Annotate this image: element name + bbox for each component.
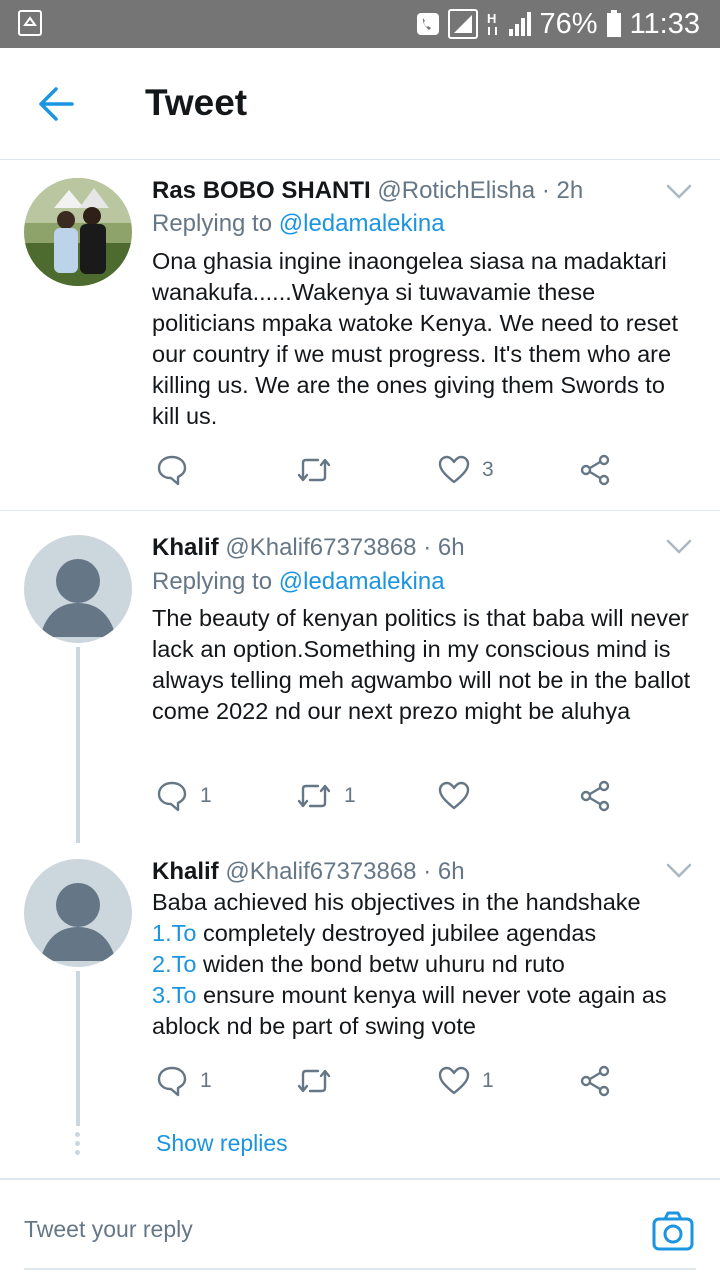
replying-to-handle[interactable]: @ledamalekina	[279, 568, 445, 595]
status-bar: H 76% 11:33	[0, 0, 720, 48]
network-h-icon: H	[486, 9, 500, 39]
tweet-time: · 6h	[423, 534, 465, 561]
tweet-header: Khalif @Khalif67373868 · 6h	[152, 534, 465, 562]
signal-icon	[508, 11, 532, 37]
user-handle[interactable]: @RotichElisha	[377, 177, 535, 204]
reply-icon	[157, 1066, 187, 1097]
tweet-text-line: 3.To ensure mount kenya will never vote …	[152, 982, 667, 1008]
reply-button[interactable]: 1	[156, 776, 212, 816]
tweet-text-line: 2.To widen the bond betw uhuru nd ruto	[152, 951, 565, 977]
avatar[interactable]	[24, 535, 132, 643]
share-button[interactable]	[580, 776, 612, 816]
reply-button[interactable]	[156, 450, 200, 490]
reply-composer: Tweet your reply	[0, 1178, 720, 1280]
thread-dots	[75, 1132, 81, 1159]
tweet-text-line: 1.To completely destroyed jubilee agenda…	[152, 920, 597, 946]
clock: 11:33	[629, 7, 700, 40]
app-bar: Tweet	[0, 48, 720, 160]
replying-to-handle[interactable]: @ledamalekina	[279, 210, 445, 237]
tweet-header: Khalif @Khalif67373868 · 6h	[152, 858, 465, 886]
camera-button[interactable]	[652, 1210, 694, 1252]
display-name[interactable]: Ras BOBO SHANTI	[152, 177, 371, 204]
input-underline	[24, 1268, 696, 1270]
heart-icon	[438, 455, 470, 484]
user-handle[interactable]: @Khalif67373868	[225, 534, 416, 561]
default-avatar-icon	[40, 559, 116, 637]
tweet-2[interactable]: Khalif @Khalif67373868 · 6h Replying to …	[0, 511, 720, 843]
default-avatar-icon	[40, 883, 116, 961]
user-handle[interactable]: @Khalif67373868	[225, 858, 416, 885]
tweet-text: Baba achieved his objectives in the hand…	[152, 887, 697, 1042]
tweet-actions: 3	[152, 450, 632, 490]
share-icon	[580, 1065, 610, 1097]
reply-icon	[157, 455, 187, 486]
signal-box-icon	[447, 9, 478, 39]
share-button[interactable]	[580, 450, 612, 490]
retweet-button[interactable]	[296, 450, 344, 490]
heart-icon	[438, 1066, 470, 1095]
avatar[interactable]	[24, 178, 132, 286]
back-arrow-icon	[39, 87, 74, 121]
tweet-3[interactable]: Khalif @Khalif67373868 · 6h Baba achieve…	[0, 841, 720, 1126]
retweet-button[interactable]	[296, 1061, 344, 1101]
display-name[interactable]: Khalif	[152, 534, 219, 561]
replying-to: Replying to @ledamalekina	[152, 210, 445, 237]
camera-icon	[652, 1211, 694, 1251]
avatar[interactable]	[24, 859, 132, 967]
reply-button[interactable]: 1	[156, 1061, 212, 1101]
retweet-button[interactable]: 1	[296, 776, 356, 816]
like-button[interactable]: 1	[438, 1061, 494, 1101]
svg-text:H: H	[487, 11, 496, 26]
thread-line	[76, 971, 80, 1126]
share-icon	[580, 780, 610, 812]
replying-to: Replying to @ledamalekina	[152, 568, 445, 595]
reply-input[interactable]: Tweet your reply	[24, 1216, 193, 1243]
thread-line	[76, 647, 80, 843]
numbered-link[interactable]: 2.To	[152, 951, 196, 977]
page-title: Tweet	[145, 82, 248, 123]
share-button[interactable]	[580, 1061, 612, 1101]
tweet-header: Ras BOBO SHANTI @RotichElisha · 2h	[152, 177, 583, 205]
heart-icon	[438, 781, 470, 810]
reply-icon	[157, 781, 187, 812]
tweet-time: · 6h	[423, 858, 465, 885]
battery-icon	[606, 10, 622, 38]
share-icon	[580, 454, 610, 486]
show-replies-link[interactable]: Show replies	[156, 1130, 288, 1157]
tweet-actions: 1 1	[152, 776, 632, 816]
tweet-text: The beauty of kenyan politics is that ba…	[152, 605, 691, 724]
battery-percent: 76%	[539, 7, 598, 40]
tweet-time: · 2h	[541, 177, 584, 204]
phone-icon	[416, 12, 440, 36]
like-button[interactable]	[438, 776, 482, 816]
tweet-1[interactable]: Ras BOBO SHANTI @RotichElisha · 2h Reply…	[0, 160, 720, 510]
tweet-text: Ona ghasia ingine inaongelea siasa na ma…	[152, 248, 678, 429]
display-name[interactable]: Khalif	[152, 858, 219, 885]
retweet-icon	[297, 1069, 331, 1093]
chevron-down-icon[interactable]	[666, 539, 692, 555]
tweet-actions: 1 1	[152, 1061, 632, 1101]
tweet-text-line: ablock nd be part of swing vote	[152, 1013, 476, 1039]
like-button[interactable]: 3	[438, 450, 494, 490]
numbered-link[interactable]: 1.To	[152, 920, 196, 946]
numbered-link[interactable]: 3.To	[152, 982, 196, 1008]
recycle-notification-icon	[18, 10, 42, 36]
tweet-text-line: Baba achieved his objectives in the hand…	[152, 889, 641, 915]
chevron-down-icon[interactable]	[666, 863, 692, 879]
chevron-down-icon[interactable]	[666, 184, 692, 200]
retweet-icon	[297, 458, 331, 482]
retweet-icon	[297, 784, 331, 808]
back-button[interactable]	[36, 86, 76, 122]
